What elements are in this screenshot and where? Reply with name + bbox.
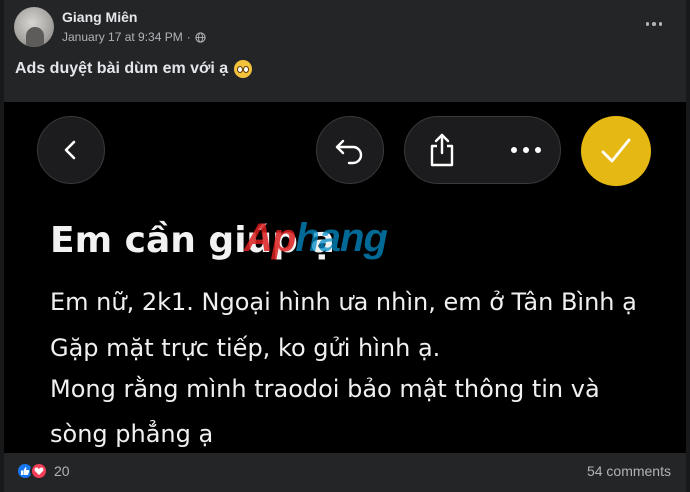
photo-text-line: Em nữ, 2k1. Ngoại hình ưa nhìn, em ở Tân… bbox=[50, 288, 637, 316]
more-options-button[interactable] bbox=[642, 14, 666, 34]
share-icon[interactable] bbox=[427, 133, 457, 167]
reaction-count: 20 bbox=[54, 463, 70, 479]
avatar[interactable] bbox=[14, 7, 54, 47]
ellipsis-icon[interactable] bbox=[509, 144, 543, 156]
confirm-button[interactable] bbox=[581, 116, 651, 186]
undo-icon bbox=[335, 139, 363, 165]
back-button[interactable] bbox=[37, 116, 105, 184]
photo-text-line: Mong rằng mình traodoi bảo mật thông tin… bbox=[50, 375, 600, 403]
comments-count-link[interactable]: 54 comments bbox=[587, 463, 671, 479]
watermark-logo: Aphang bbox=[244, 216, 388, 260]
undo-button[interactable] bbox=[316, 116, 384, 184]
globe-icon bbox=[195, 31, 206, 43]
author-name[interactable]: Giang Miên bbox=[62, 9, 137, 25]
photo-text-line: Gặp mặt trực tiếp, ko gửi hình ạ. bbox=[50, 334, 441, 362]
checkmark-icon bbox=[601, 138, 631, 163]
chevron-left-icon bbox=[64, 140, 76, 160]
reactions-summary[interactable]: 20 bbox=[16, 462, 70, 480]
caption-text: Ads duyệt bài dùm em với ạ bbox=[15, 60, 229, 77]
love-reaction-icon bbox=[30, 462, 48, 480]
post-timestamp[interactable]: January 17 at 9:34 PM bbox=[62, 30, 183, 44]
post-card: Giang Miên January 17 at 9:34 PM · Ads d… bbox=[4, 0, 686, 492]
post-photo[interactable]: Em cần giúp ạ Aphang Em nữ, 2k1. Ngoại h… bbox=[4, 102, 686, 453]
post-meta: January 17 at 9:34 PM · bbox=[62, 30, 206, 44]
action-pill bbox=[404, 116, 561, 184]
photo-text-line: sòng phẳng ạ bbox=[50, 420, 214, 448]
post-caption: Ads duyệt bài dùm em với ạ bbox=[15, 60, 253, 78]
pleading-face-emoji-icon bbox=[234, 60, 253, 78]
meta-separator: · bbox=[186, 30, 191, 44]
